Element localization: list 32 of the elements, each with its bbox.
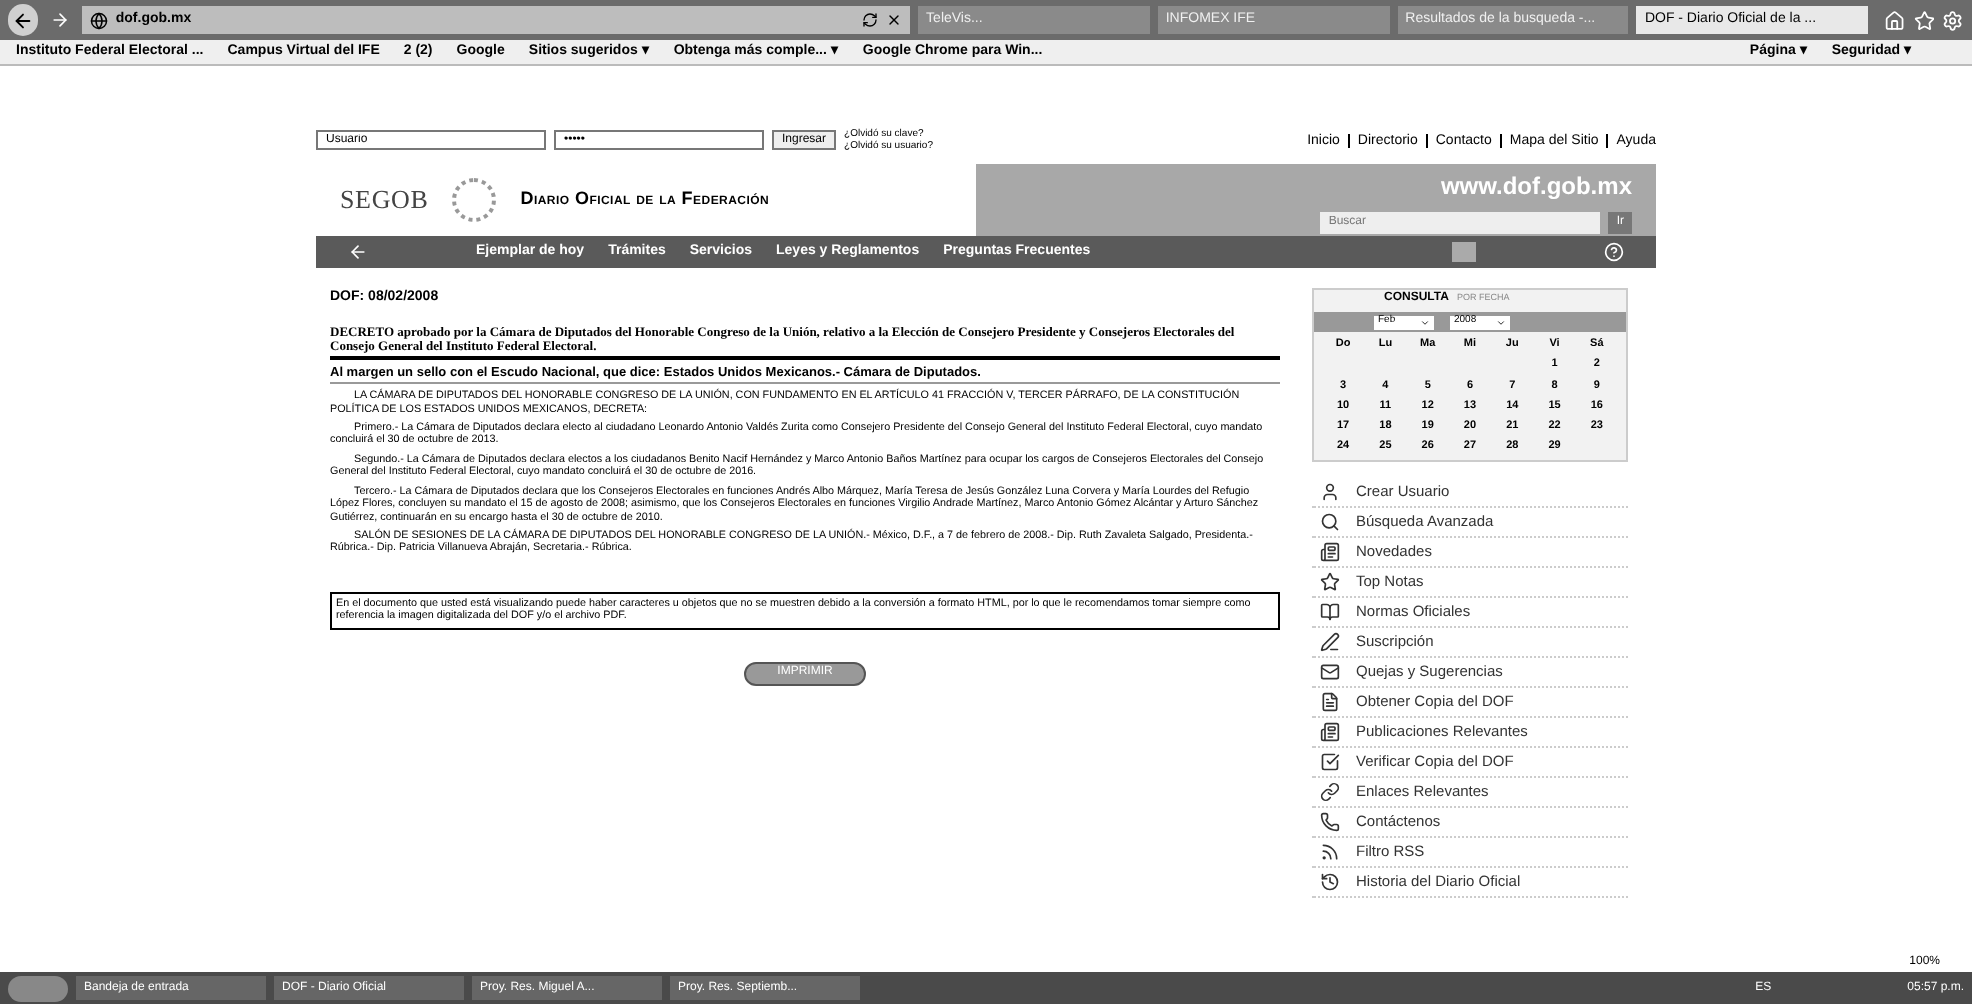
refresh-icon[interactable] — [862, 12, 879, 28]
forward-arrow-icon — [50, 10, 71, 30]
pen-icon — [1320, 631, 1340, 651]
start-button[interactable] — [8, 975, 68, 1001]
site-title: Diario Oficial de la Federación — [520, 186, 770, 213]
document-icon — [1320, 691, 1340, 711]
favorites-icon[interactable] — [1913, 9, 1935, 31]
checkbox-icon — [1320, 751, 1340, 771]
newspaper-icon — [1320, 721, 1340, 741]
phone-icon — [1320, 811, 1340, 831]
newspaper-icon — [1320, 541, 1340, 561]
globe-icon — [89, 11, 108, 29]
search-icon — [1320, 511, 1340, 531]
clock-icon — [1320, 871, 1340, 891]
back-button[interactable] — [8, 4, 39, 36]
help-icon[interactable] — [1604, 242, 1624, 262]
back-arrow-icon — [12, 9, 35, 31]
home-icon[interactable] — [1884, 9, 1906, 31]
user-icon — [1320, 481, 1340, 501]
caret-icon — [1496, 317, 1506, 327]
book-icon — [1320, 601, 1340, 621]
close-icon[interactable] — [886, 12, 903, 28]
seal-icon — [452, 178, 497, 222]
site-address: www.dof.gob.mx — [1440, 169, 1632, 203]
segob-logo: SEGOB — [340, 182, 429, 219]
caret-icon — [1420, 317, 1430, 327]
settings-icon[interactable] — [1942, 9, 1965, 31]
link-icon — [1320, 781, 1340, 801]
mail-icon — [1320, 661, 1340, 681]
back-arrow-icon[interactable] — [348, 242, 368, 262]
star-icon — [1320, 571, 1340, 591]
rss-icon — [1320, 841, 1340, 861]
